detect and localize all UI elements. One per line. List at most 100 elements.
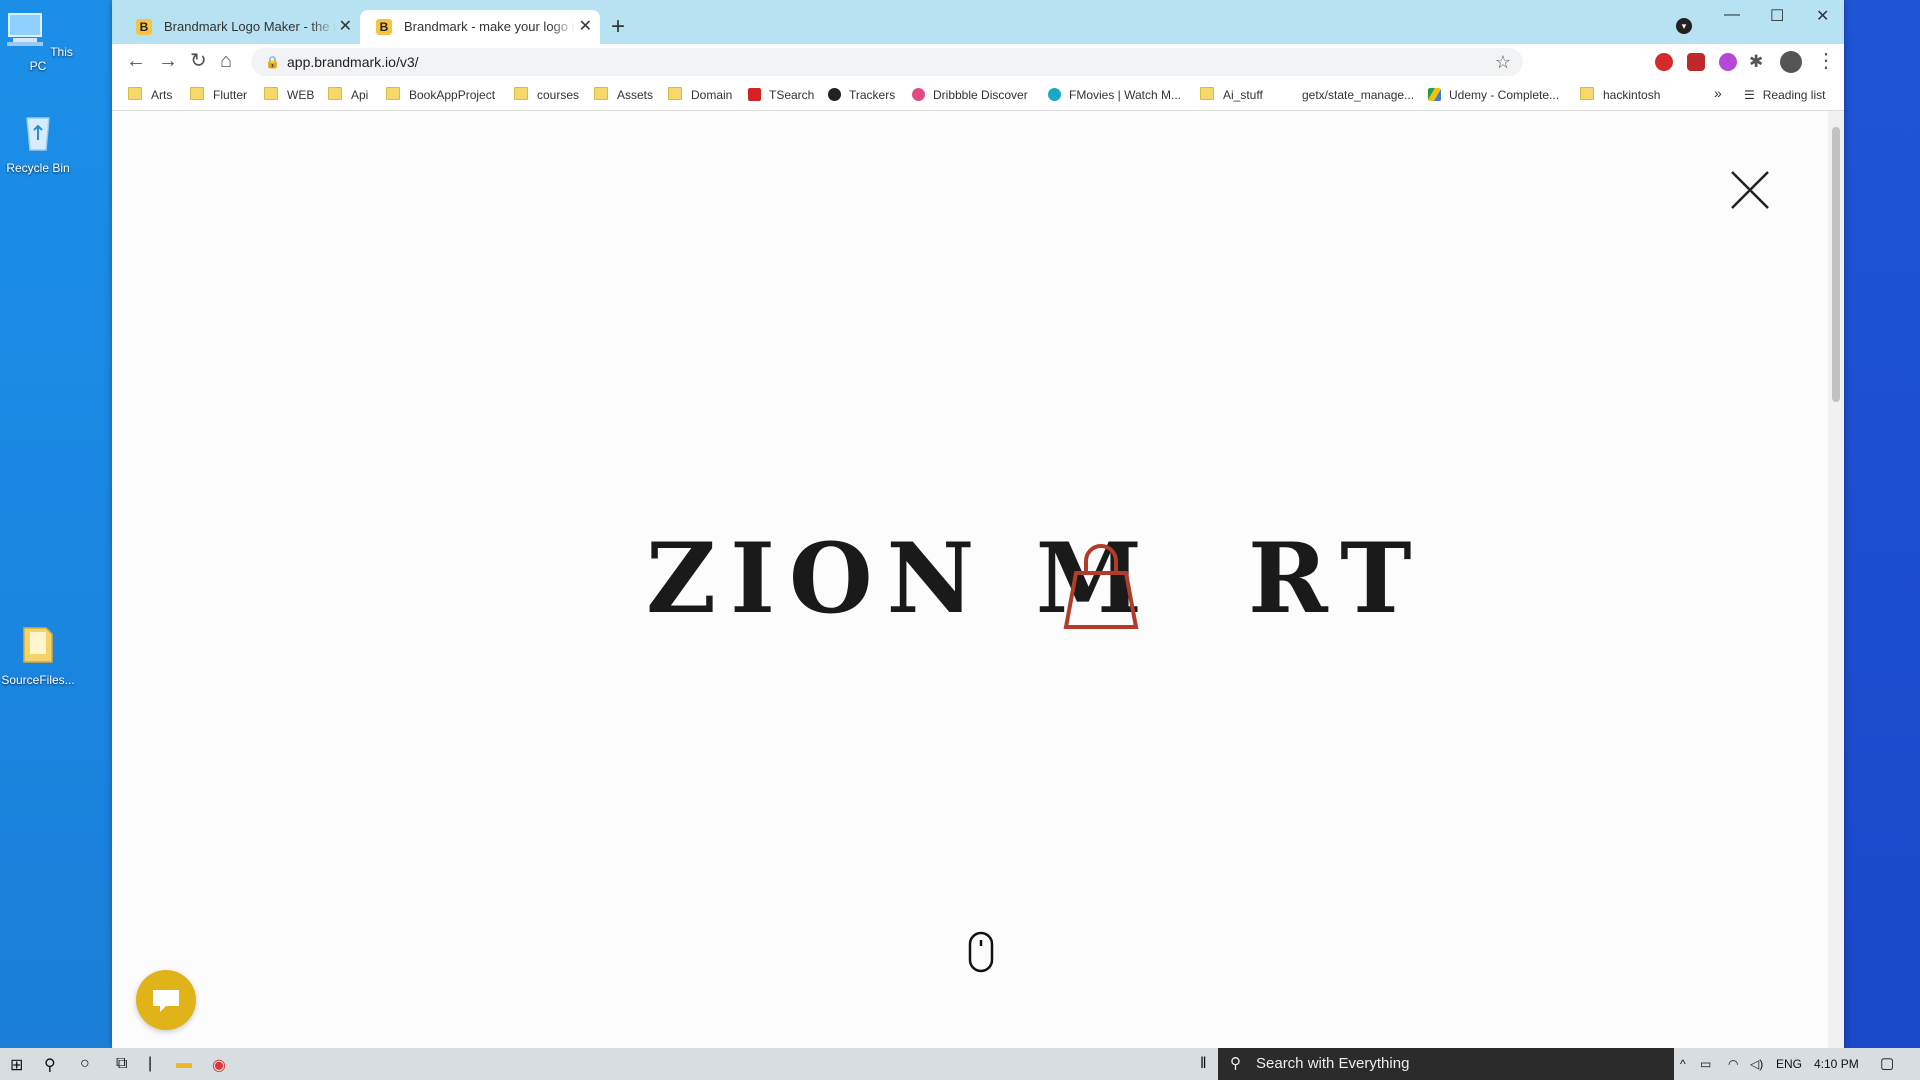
- close-icon[interactable]: [1729, 169, 1771, 211]
- lock-icon: 🔒: [265, 55, 280, 69]
- brandmark-favicon-icon: B: [376, 19, 392, 35]
- logo-wordmark: ZION M RT: [646, 522, 1426, 635]
- profile-avatar[interactable]: [1780, 51, 1802, 73]
- opera-extension-icon[interactable]: [1655, 53, 1673, 71]
- desktop-icon-sourcefiles[interactable]: SourceFiles...: [0, 622, 76, 687]
- bookmark-label: Domain: [691, 88, 733, 102]
- folder-icon: [1580, 87, 1594, 100]
- reload-icon[interactable]: ↻: [190, 48, 207, 74]
- home-icon[interactable]: ⌂: [220, 48, 232, 74]
- logo-text-right: RT: [1248, 522, 1426, 635]
- recycle-bin-icon: [26, 117, 50, 151]
- clock[interactable]: 4:10 PM: [1814, 1048, 1859, 1080]
- scrollbar-thumb[interactable]: [1832, 127, 1840, 402]
- address-bar[interactable]: 🔒 app.brandmark.io/v3/ ☆: [251, 48, 1523, 76]
- bookmark-label: FMovies | Watch M...: [1069, 88, 1182, 102]
- bookmark-udemy[interactable]: Udemy - Complete...: [1428, 87, 1559, 103]
- folder-icon: [190, 87, 204, 100]
- folder-icon: [594, 87, 608, 100]
- folder-icon: [23, 627, 53, 663]
- menu-icon[interactable]: ⋮: [1816, 48, 1836, 74]
- bookmark-tsearch[interactable]: TSearch: [748, 87, 814, 103]
- folder-icon: [668, 87, 682, 100]
- bookmark-arts[interactable]: Arts: [128, 87, 172, 103]
- everything-search-box[interactable]: ⚲ Search with Everything: [1218, 1048, 1674, 1080]
- search-icon[interactable]: ⚲: [44, 1055, 56, 1075]
- bookmark-label: Api: [351, 88, 369, 102]
- purple-extension-icon[interactable]: [1719, 53, 1737, 71]
- minimize-icon[interactable]: —: [1724, 6, 1740, 24]
- close-icon[interactable]: ✕: [579, 10, 592, 44]
- bookmark-dribbble[interactable]: Dribbble Discover: [912, 87, 1028, 103]
- bookmark-courses[interactable]: courses: [514, 87, 579, 103]
- task-view-icon[interactable]: ⧉: [116, 1055, 127, 1073]
- bookmark-api[interactable]: Api: [328, 87, 368, 103]
- bookmark-label: BookAppProject: [409, 88, 496, 102]
- reading-list-label: Reading list: [1762, 88, 1826, 102]
- start-windows-icon[interactable]: ⊞: [10, 1055, 23, 1075]
- notification-icon[interactable]: ▢: [1880, 1048, 1894, 1080]
- desktop-icon-label: Recycle Bin: [6, 161, 70, 175]
- language-indicator[interactable]: ENG: [1776, 1048, 1802, 1080]
- window-close-icon[interactable]: ✕: [1816, 6, 1829, 26]
- bookmarks-overflow-button[interactable]: »: [1714, 85, 1722, 101]
- folder-icon: [386, 87, 400, 100]
- bookmark-ai-stuff[interactable]: Ai_stuff: [1200, 87, 1263, 103]
- bookmark-fmovies[interactable]: FMovies | Watch M...: [1048, 87, 1181, 103]
- bookmark-flutter[interactable]: Flutter: [190, 87, 247, 103]
- forward-icon[interactable]: →: [158, 48, 178, 74]
- bookmark-label: Dribbble Discover: [933, 88, 1028, 102]
- chat-button[interactable]: [136, 970, 196, 1030]
- extensions-puzzle-icon[interactable]: ✱: [1749, 49, 1763, 75]
- cortana-icon[interactable]: ○: [80, 1055, 90, 1073]
- brandmark-favicon-icon: B: [136, 19, 152, 35]
- wifi-icon[interactable]: ◠: [1728, 1048, 1738, 1080]
- bookmark-hackintosh[interactable]: hackintosh: [1580, 87, 1660, 103]
- folder-icon: [264, 87, 278, 100]
- folder-icon: [514, 87, 528, 100]
- bookmark-domain[interactable]: Domain: [668, 87, 732, 103]
- fmovies-icon: [1048, 88, 1061, 101]
- desktop-icon-this-pc[interactable]: This PC: [0, 8, 76, 73]
- page-scrollbar[interactable]: [1828, 111, 1844, 1048]
- reading-list-button[interactable]: ☰ Reading list: [1744, 87, 1825, 103]
- github-icon: [828, 88, 841, 101]
- bookmark-assets[interactable]: Assets: [594, 87, 653, 103]
- maximize-icon[interactable]: ☐: [1770, 6, 1784, 26]
- google-drive-icon: [1428, 88, 1441, 101]
- tab-search-icon[interactable]: ▾: [1676, 18, 1692, 34]
- dribbble-icon: [912, 88, 925, 101]
- search-divider-icon: ‖: [1200, 1055, 1207, 1072]
- bookmark-label: Flutter: [213, 88, 248, 102]
- bookmark-bookappproject[interactable]: BookAppProject: [386, 87, 495, 103]
- bookmark-trackers[interactable]: Trackers: [828, 87, 895, 103]
- search-icon: ⚲: [1230, 1055, 1241, 1072]
- bookmark-label: hackintosh: [1603, 88, 1661, 102]
- red-extension-icon[interactable]: [1687, 53, 1705, 71]
- bookmark-label: Trackers: [849, 88, 896, 102]
- file-explorer-icon[interactable]: ▬: [176, 1055, 192, 1073]
- new-tab-button[interactable]: +: [611, 10, 625, 44]
- bookmark-label: Udemy - Complete...: [1449, 88, 1560, 102]
- browser-window: B Brandmark Logo Maker - the mo ✕ B Bran…: [112, 0, 1844, 1048]
- bookmark-label: courses: [537, 88, 580, 102]
- scroll-mouse-icon: [968, 931, 994, 973]
- folder-icon: [128, 87, 142, 100]
- taskbar: ⊞ ⚲ ○ ⧉ | ▬ ◉ ‖ ⚲ Search with Everything…: [0, 1048, 1920, 1080]
- url-text: app.brandmark.io/v3/: [287, 54, 419, 70]
- desktop-icon-label: SourceFiles...: [1, 673, 75, 687]
- battery-icon[interactable]: ▭: [1700, 1048, 1711, 1080]
- divider-icon: |: [148, 1055, 153, 1072]
- volume-icon[interactable]: ◁): [1750, 1048, 1763, 1080]
- chat-icon: [153, 990, 179, 1012]
- chrome-icon[interactable]: ◉: [212, 1055, 226, 1075]
- show-hidden-icons-icon[interactable]: ^: [1680, 1048, 1686, 1080]
- bookmark-label: TSearch: [769, 88, 815, 102]
- desktop-icon-recycle-bin[interactable]: Recycle Bin: [0, 110, 76, 175]
- bookmark-star-icon[interactable]: ☆: [1495, 48, 1511, 76]
- bookmark-getx[interactable]: getx/state_manage...: [1302, 87, 1414, 103]
- back-icon[interactable]: ←: [126, 48, 146, 74]
- close-icon[interactable]: ✕: [339, 10, 352, 44]
- bookmark-web[interactable]: WEB: [264, 87, 314, 103]
- folder-icon: [1200, 87, 1214, 100]
